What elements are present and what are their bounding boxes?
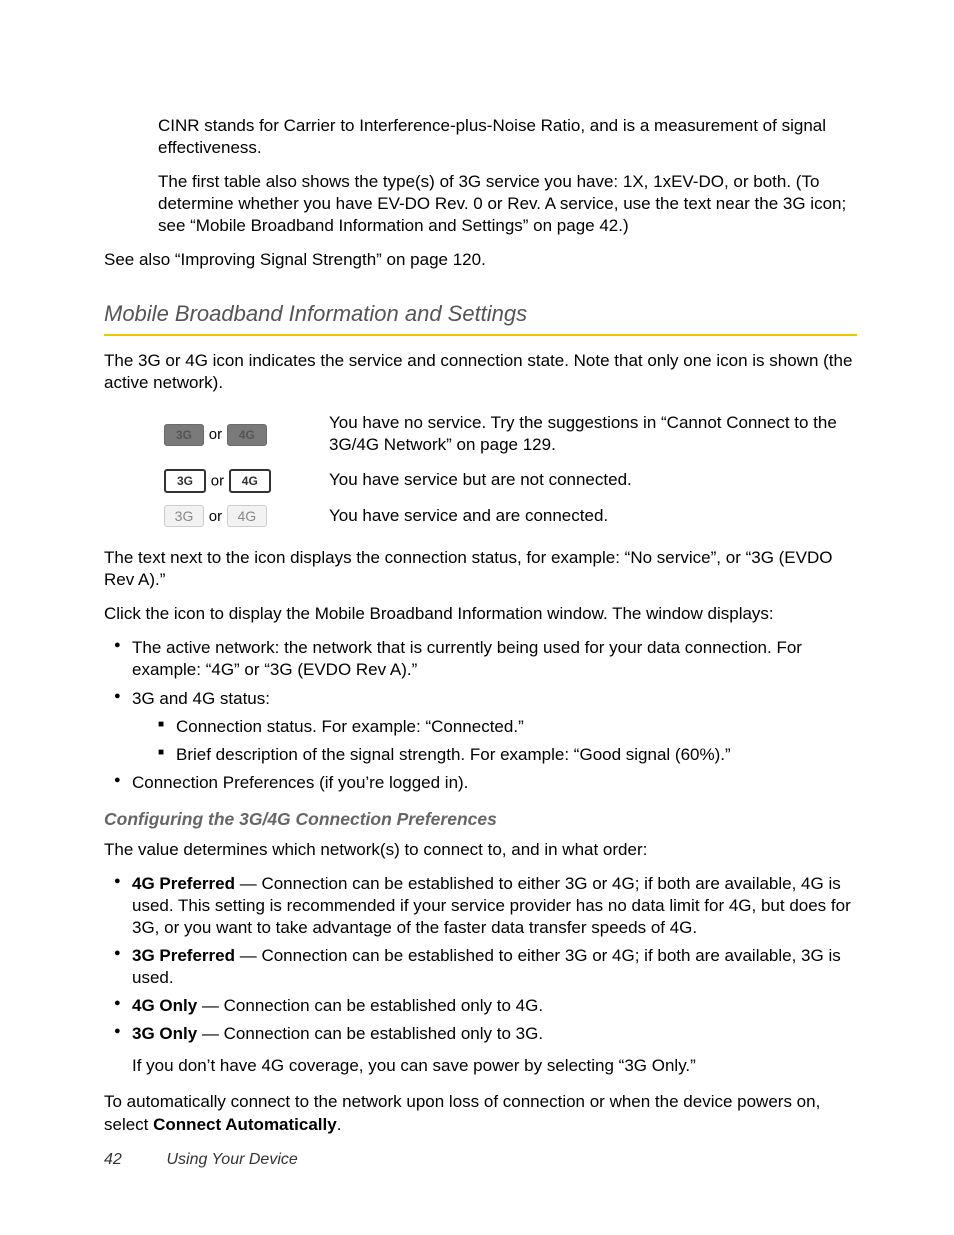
list-item: 3G Only — Connection can be established … (104, 1023, 857, 1045)
subsection-heading: Configuring the 3G/4G Connection Prefere… (104, 808, 857, 831)
pref-desc: — Connection can be established only to … (197, 1024, 543, 1043)
table-row: 3G or 4G You have service but are not co… (110, 463, 857, 499)
list-item: 3G and 4G status: Connection status. For… (104, 688, 857, 766)
table-row: 3G or 4G You have no service. Try the su… (110, 406, 857, 462)
list-item: Brief description of the signal strength… (154, 744, 857, 766)
3g-icon-connected: 3G (164, 505, 204, 527)
page-footer: 42 Using Your Device (104, 1150, 298, 1171)
list-item: 4G Only — Connection can be established … (104, 995, 857, 1017)
icon-status-table: 3G or 4G You have no service. Try the su… (110, 406, 857, 533)
list-item: Connection Preferences (if you’re logged… (104, 772, 857, 794)
section-rule (104, 334, 857, 336)
pref-list: 4G Preferred — Connection can be establi… (104, 873, 857, 1046)
or-text: or (211, 472, 224, 489)
or-text: or (209, 507, 222, 524)
page-number: 42 (104, 1150, 162, 1171)
pref-name: 3G Preferred (132, 946, 235, 965)
list-item: Connection status. For example: “Connect… (154, 716, 857, 738)
4g-icon-not-connected: 4G (229, 469, 271, 493)
row-desc: You have service and are connected. (329, 499, 857, 534)
4g-icon-no-service: 4G (227, 424, 267, 446)
intro-service-types: The first table also shows the type(s) o… (158, 171, 857, 237)
pref-name: 3G Only (132, 1024, 197, 1043)
pref-desc: — Connection can be established to eithe… (132, 874, 851, 937)
intro-cinr: CINR stands for Carrier to Interference-… (158, 115, 857, 159)
pref-name: 4G Preferred (132, 874, 235, 893)
see-also: See also “Improving Signal Strength” on … (104, 249, 857, 271)
pref-desc: — Connection can be established only to … (197, 996, 543, 1015)
list-item: 4G Preferred — Connection can be establi… (104, 873, 857, 939)
tail-bold: Connect Automatically (153, 1115, 337, 1134)
chapter-title: Using Your Device (166, 1151, 297, 1168)
table-row: 3G or 4G You have service and are connec… (110, 499, 857, 534)
row-desc: You have no service. Try the suggestions… (329, 406, 857, 462)
pref-desc: — Connection can be established to eithe… (132, 946, 841, 987)
pref-name: 4G Only (132, 996, 197, 1015)
3g-icon-no-service: 3G (164, 424, 204, 446)
status-sublist: Connection status. For example: “Connect… (154, 716, 857, 766)
window-displays-list: The active network: the network that is … (104, 637, 857, 794)
or-text: or (209, 426, 222, 443)
4g-icon-connected: 4G (227, 505, 267, 527)
click-icon-explain: Click the icon to display the Mobile Bro… (104, 603, 857, 625)
page: CINR stands for Carrier to Interference-… (0, 0, 954, 1235)
tail-post: . (337, 1115, 342, 1134)
row-desc: You have service but are not connected. (329, 463, 857, 499)
list-item: 3G Preferred — Connection can be establi… (104, 945, 857, 989)
list-item: The active network: the network that is … (104, 637, 857, 681)
pref-followup: If you don’t have 4G coverage, you can s… (132, 1055, 857, 1077)
section-heading: Mobile Broadband Information and Setting… (104, 300, 857, 329)
3g-icon-not-connected: 3G (164, 469, 206, 493)
icon-text-explain: The text next to the icon displays the c… (104, 547, 857, 591)
subsection-lead: The value determines which network(s) to… (104, 839, 857, 861)
list-item-text: 3G and 4G status: (132, 689, 270, 708)
tail-paragraph: To automatically connect to the network … (104, 1091, 857, 1135)
section-lead: The 3G or 4G icon indicates the service … (104, 350, 857, 394)
